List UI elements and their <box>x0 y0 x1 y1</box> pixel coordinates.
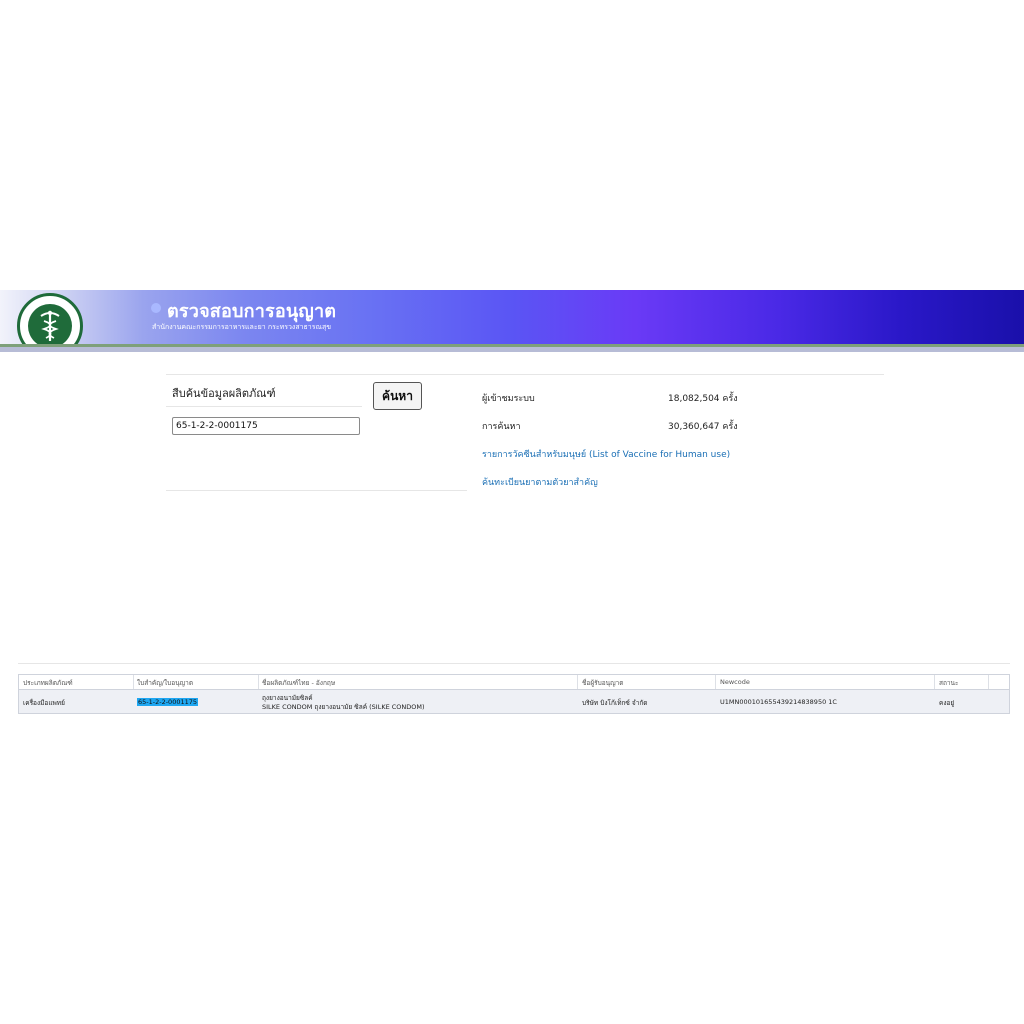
search-match-highlight: 65-1-2-2-0001175 <box>137 698 199 706</box>
results-table: ประเภทผลิตภัณฑ์ ใบสำคัญ/ใบอนุญาต ชื่อผลิ… <box>18 674 1010 714</box>
page: ตรวจสอบการอนุญาต สำนักงานคณะกรรมการอาหาร… <box>0 0 1024 1024</box>
visitors-count: 18,082,504 ครั้ง <box>668 394 738 404</box>
header-newcode[interactable]: Newcode <box>720 678 750 686</box>
search-button[interactable]: ค้นหา <box>373 382 422 410</box>
search-input[interactable] <box>172 417 360 435</box>
column-divider <box>988 675 989 689</box>
column-divider <box>934 675 935 689</box>
vaccine-list-link[interactable]: รายการวัคซีนสำหรับมนุษย์ (List of Vaccin… <box>482 447 730 461</box>
search-panel-title: สืบค้นข้อมูลผลิตภัณฑ์ <box>172 387 276 400</box>
cell-licensee: บริษัท บิงโก้เท็กซ์ จำกัด <box>582 699 648 707</box>
header-product-type[interactable]: ประเภทผลิตภัณฑ์ <box>23 678 73 688</box>
caduceus-icon <box>28 304 72 348</box>
cell-registration-no[interactable]: 65-1-2-2-0001175 <box>137 698 199 706</box>
header-status[interactable]: สถานะ <box>939 678 959 688</box>
table-row[interactable]: เครื่องมือแพทย์ 65-1-2-2-0001175 ถุงยางอ… <box>19 690 1009 713</box>
header-registration-no[interactable]: ใบสำคัญ/ใบอนุญาต <box>137 678 193 688</box>
searches-count: 30,360,647 ครั้ง <box>668 422 738 432</box>
column-divider <box>577 675 578 689</box>
header-banner: ตรวจสอบการอนุญาต สำนักงานคณะกรรมการอาหาร… <box>0 290 1024 352</box>
cell-newcode: U1MN000101655439214838950 1C <box>720 698 837 706</box>
cell-product-type: เครื่องมือแพทย์ <box>23 699 65 707</box>
banner-stripe <box>0 344 1024 352</box>
page-title: ตรวจสอบการอนุญาต <box>167 301 337 322</box>
table-header: ประเภทผลิตภัณฑ์ ใบสำคัญ/ใบอนุญาต ชื่อผลิ… <box>19 675 1009 690</box>
visitors-label: ผู้เข้าชมระบบ <box>482 394 535 404</box>
searches-label: การค้นหา <box>482 422 521 432</box>
page-subtitle: สำนักงานคณะกรรมการอาหารและยา กระทรวงสาธา… <box>152 323 332 331</box>
drug-search-link[interactable]: ค้นทะเบียนยาตามตัวยาสำคัญ <box>482 475 598 489</box>
cell-status: คงอยู่ <box>939 699 955 707</box>
header-licensee[interactable]: ชื่อผู้รับอนุญาต <box>582 678 624 688</box>
header-product-name[interactable]: ชื่อผลิตภัณฑ์ไทย - อังกฤษ <box>262 678 335 688</box>
title-bullet-icon <box>151 303 161 313</box>
divider <box>166 490 467 491</box>
divider <box>166 374 884 375</box>
divider <box>18 663 1010 664</box>
column-divider <box>133 675 134 689</box>
cell-product-name-en: SILKE CONDOM ถุงยางอนามัย ซิลค์ (SILKE C… <box>262 703 425 711</box>
divider <box>166 406 362 407</box>
column-divider <box>258 675 259 689</box>
column-divider <box>715 675 716 689</box>
